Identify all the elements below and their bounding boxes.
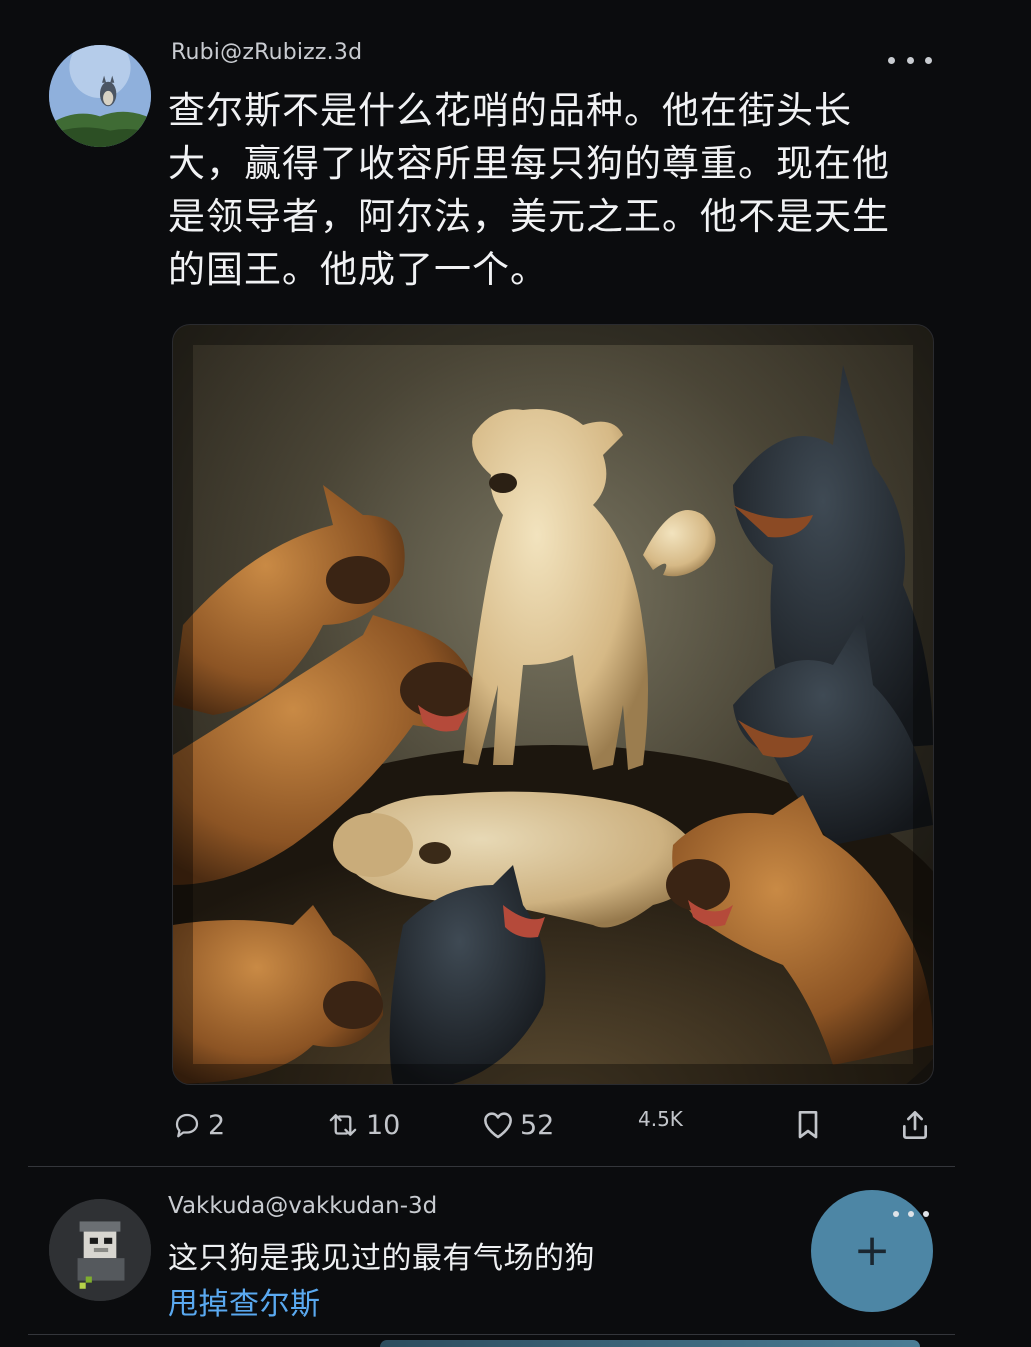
pixel-avatar-icon	[49, 1199, 151, 1301]
reply-more-options-button[interactable]	[893, 1207, 929, 1221]
post-image[interactable]	[172, 324, 934, 1085]
reply-author-handle[interactable]: Vakkuda@vakkudan-3d	[168, 1193, 437, 1219]
page: Rubi@zRubizz.3d 查尔斯不是什么花哨的品种。他在街头长 大，赢得了…	[0, 0, 1031, 1347]
post-text: 查尔斯不是什么花哨的品种。他在街头长 大，赢得了收容所里每只狗的尊重。现在他 是…	[168, 89, 890, 291]
view-count: 4.5K	[638, 1107, 683, 1131]
repost-count: 10	[366, 1109, 401, 1141]
reply-text: 这只狗是我见过的最有气场的狗	[168, 1241, 595, 1276]
divider	[28, 1166, 955, 1167]
post-action-bar: 2 10 52 4.5K	[172, 1100, 934, 1150]
reply-link[interactable]: 甩掉查尔斯	[168, 1282, 321, 1327]
divider	[28, 1334, 955, 1335]
more-dot-icon	[908, 1211, 914, 1217]
next-post-media-peek	[380, 1340, 920, 1347]
like-count: 52	[520, 1109, 555, 1141]
share-button[interactable]	[900, 1100, 930, 1150]
reply-author-avatar[interactable]	[49, 1199, 151, 1301]
author-avatar[interactable]	[49, 45, 151, 147]
compose-plus-icon: +	[853, 1225, 891, 1276]
more-dot-icon	[893, 1211, 899, 1217]
repost-icon	[329, 1114, 357, 1136]
like-button[interactable]: 52	[482, 1100, 554, 1150]
bookmark-icon	[798, 1111, 818, 1139]
reply-icon	[175, 1113, 199, 1138]
more-dot-icon	[923, 1211, 929, 1217]
bookmark-button[interactable]	[794, 1100, 822, 1150]
more-options-button[interactable]	[888, 46, 932, 74]
avatar-image	[49, 45, 151, 147]
more-dot-icon	[906, 56, 914, 64]
share-icon	[903, 1111, 928, 1139]
painting-of-dogs-icon	[173, 325, 933, 1084]
author-handle[interactable]: Rubi@zRubizz.3d	[171, 40, 362, 65]
repost-button[interactable]: 10	[326, 1100, 400, 1150]
reply-count: 2	[208, 1109, 226, 1141]
more-dot-icon	[925, 56, 932, 64]
more-dot-icon	[888, 56, 895, 64]
heart-icon	[484, 1112, 512, 1139]
views-button[interactable]: 4.5K	[638, 1094, 683, 1144]
reply-button[interactable]: 2	[172, 1100, 225, 1150]
